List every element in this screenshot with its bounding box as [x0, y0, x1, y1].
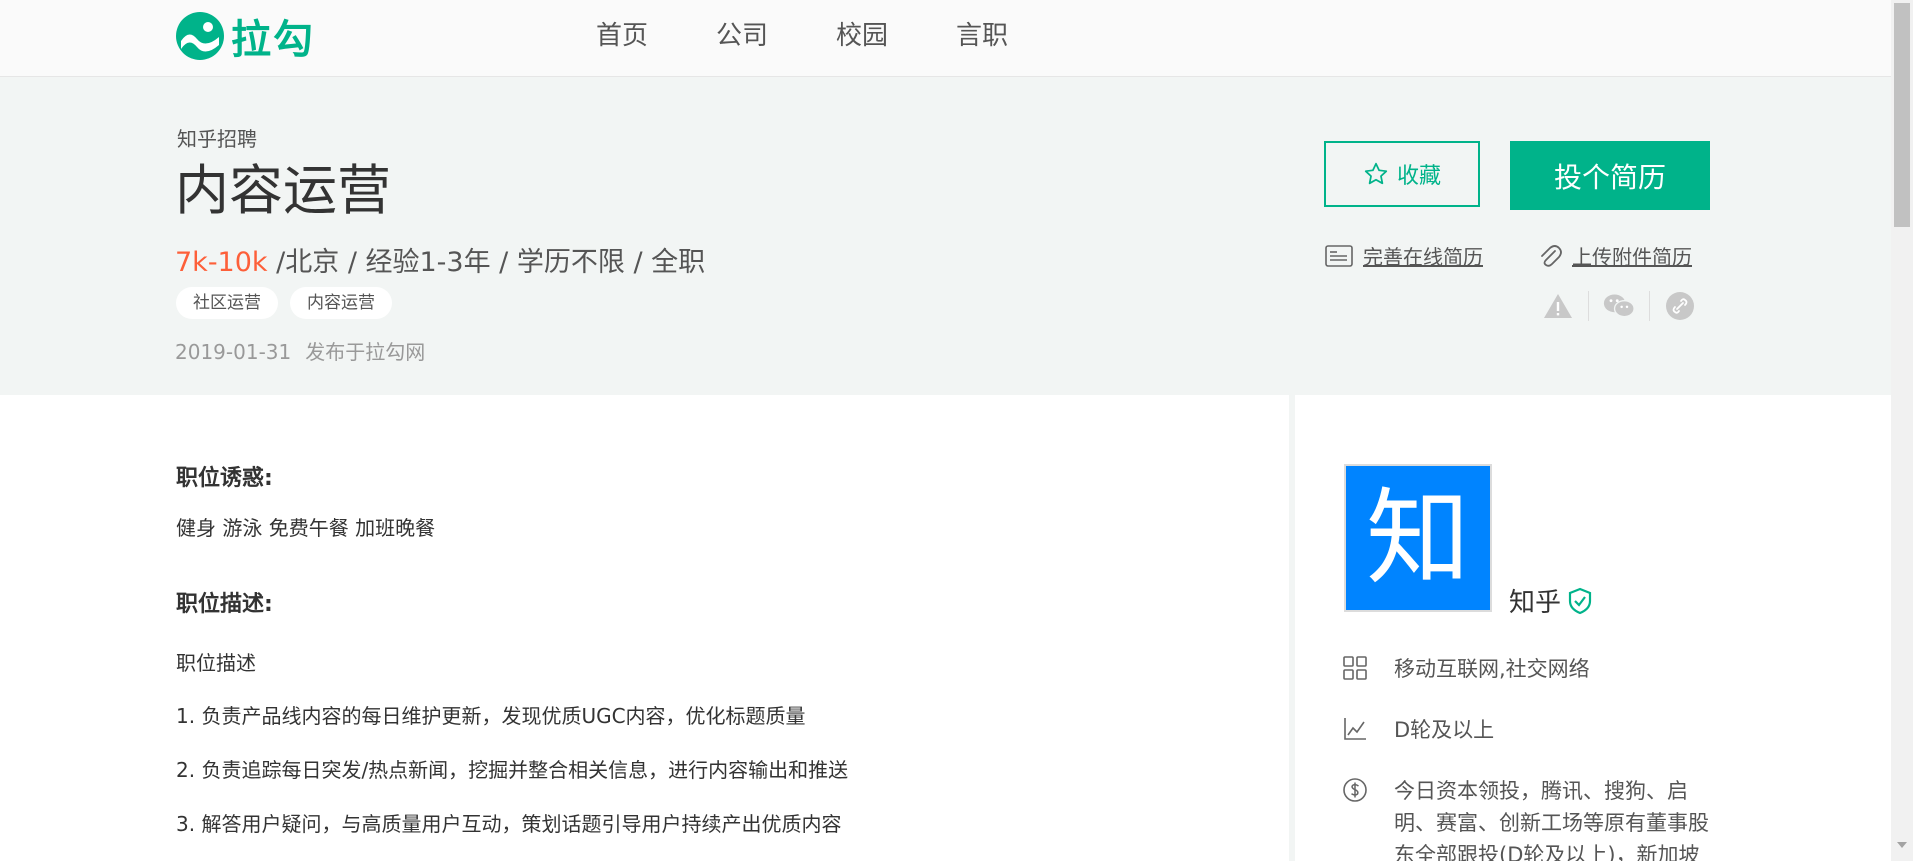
share-icons [1542, 290, 1696, 322]
attach-resume-link[interactable]: 上传附件简历 [1538, 241, 1692, 270]
page-scrollbar[interactable] [1891, 0, 1913, 861]
nav-item-company[interactable]: 公司 [716, 18, 768, 54]
job-company-name[interactable]: 知乎招聘 [177, 123, 257, 152]
sidebar-investors: 今日资本领投，腾讯、搜狗、启明、赛富、创新工场等原有董事股东全部跟投(D轮及以上… [1342, 775, 1724, 861]
job-tags: 社区运营 内容运营 [176, 287, 404, 319]
logo-text: 拉勾 [231, 17, 315, 63]
publish-date: 2019-01-31 [175, 340, 292, 364]
job-header: 知乎招聘 内容运营 7k-10k /北京 / 经验1-3年 / 学历不限 / 全… [0, 77, 1891, 395]
main-nav: 首页 公司 校园 言职 [596, 18, 1076, 54]
nav-item-campus[interactable]: 校园 [836, 18, 888, 54]
link-share-icon[interactable] [1664, 290, 1696, 322]
perks-title: 职位诱惑: [176, 466, 273, 491]
grid-icon [1343, 656, 1367, 680]
sidebar-company-name[interactable]: 知乎 [1509, 582, 1593, 619]
company-name-text: 知乎 [1509, 588, 1562, 618]
paperclip-icon [1541, 244, 1562, 267]
divider [1649, 291, 1650, 321]
top-navbar: 拉勾 首页 公司 校园 言职 [0, 0, 1891, 77]
scrollbar-thumb[interactable] [1894, 3, 1910, 227]
description-item: 3. 解答用户疑问，与高质量用户互动，策划话题引导用户持续产出优质内容 [176, 812, 842, 836]
online-resume-label: 完善在线简历 [1363, 245, 1483, 269]
job-title: 内容运营 [175, 159, 391, 222]
collect-button[interactable]: 收藏 [1324, 141, 1480, 207]
company-logo[interactable]: 知 [1344, 464, 1492, 612]
job-salary: 7k-10k [175, 247, 268, 278]
online-resume-link[interactable]: 完善在线简历 [1325, 241, 1483, 270]
company-logo-char: 知 [1365, 477, 1470, 599]
description-item: 2. 负责追踪每日突发/热点新闻，挖掘并整合相关信息，进行内容输出和推送 [176, 758, 849, 782]
investors-text: 今日资本领投，腾讯、搜狗、启明、赛富、创新工场等原有董事股东全部跟投(D轮及以上… [1394, 779, 1709, 861]
stage-text: D轮及以上 [1394, 718, 1495, 742]
nav-item-home[interactable]: 首页 [596, 18, 648, 54]
sidebar-industry: 移动互联网,社交网络 [1342, 653, 1724, 685]
divider [1588, 291, 1589, 321]
publish-info: 2019-01-31 发布于拉勾网 [175, 337, 425, 367]
star-icon [1364, 162, 1388, 185]
description-heading: 职位描述 [176, 651, 256, 675]
verified-shield-icon [1568, 587, 1592, 614]
publish-source: 发布于拉勾网 [305, 340, 426, 364]
description-title: 职位描述: [176, 592, 273, 617]
nav-item-yanzhi[interactable]: 言职 [956, 18, 1008, 54]
industry-text: 移动互联网,社交网络 [1394, 657, 1590, 681]
job-requirements: /北京 / 经验1-3年 / 学历不限 / 全职 [267, 247, 706, 278]
apply-resume-button[interactable]: 投个简历 [1510, 141, 1710, 210]
sidebar-stage: D轮及以上 [1342, 714, 1724, 746]
lagou-logo-icon [176, 12, 224, 60]
job-meta: 7k-10k /北京 / 经验1-3年 / 学历不限 / 全职 [175, 243, 705, 283]
job-tag[interactable]: 社区运营 [176, 287, 278, 319]
perks-text: 健身 游泳 免费午餐 加班晚餐 [176, 516, 436, 540]
collect-label: 收藏 [1396, 164, 1441, 189]
trend-chart-icon [1344, 718, 1366, 740]
job-tag[interactable]: 内容运营 [290, 287, 392, 319]
resume-card-icon [1325, 244, 1353, 267]
wechat-share-icon[interactable] [1603, 290, 1635, 322]
lagou-logo[interactable]: 拉勾 [175, 10, 315, 63]
scroll-down-arrow-icon[interactable] [1897, 842, 1907, 848]
description-item: 1. 负责产品线内容的每日维护更新，发现优质UGC内容，优化标题质量 [176, 704, 806, 728]
column-divider [1289, 395, 1295, 861]
attach-resume-label: 上传附件简历 [1572, 245, 1692, 269]
report-warning-icon[interactable] [1542, 290, 1574, 322]
dollar-circle-icon [1343, 778, 1367, 802]
